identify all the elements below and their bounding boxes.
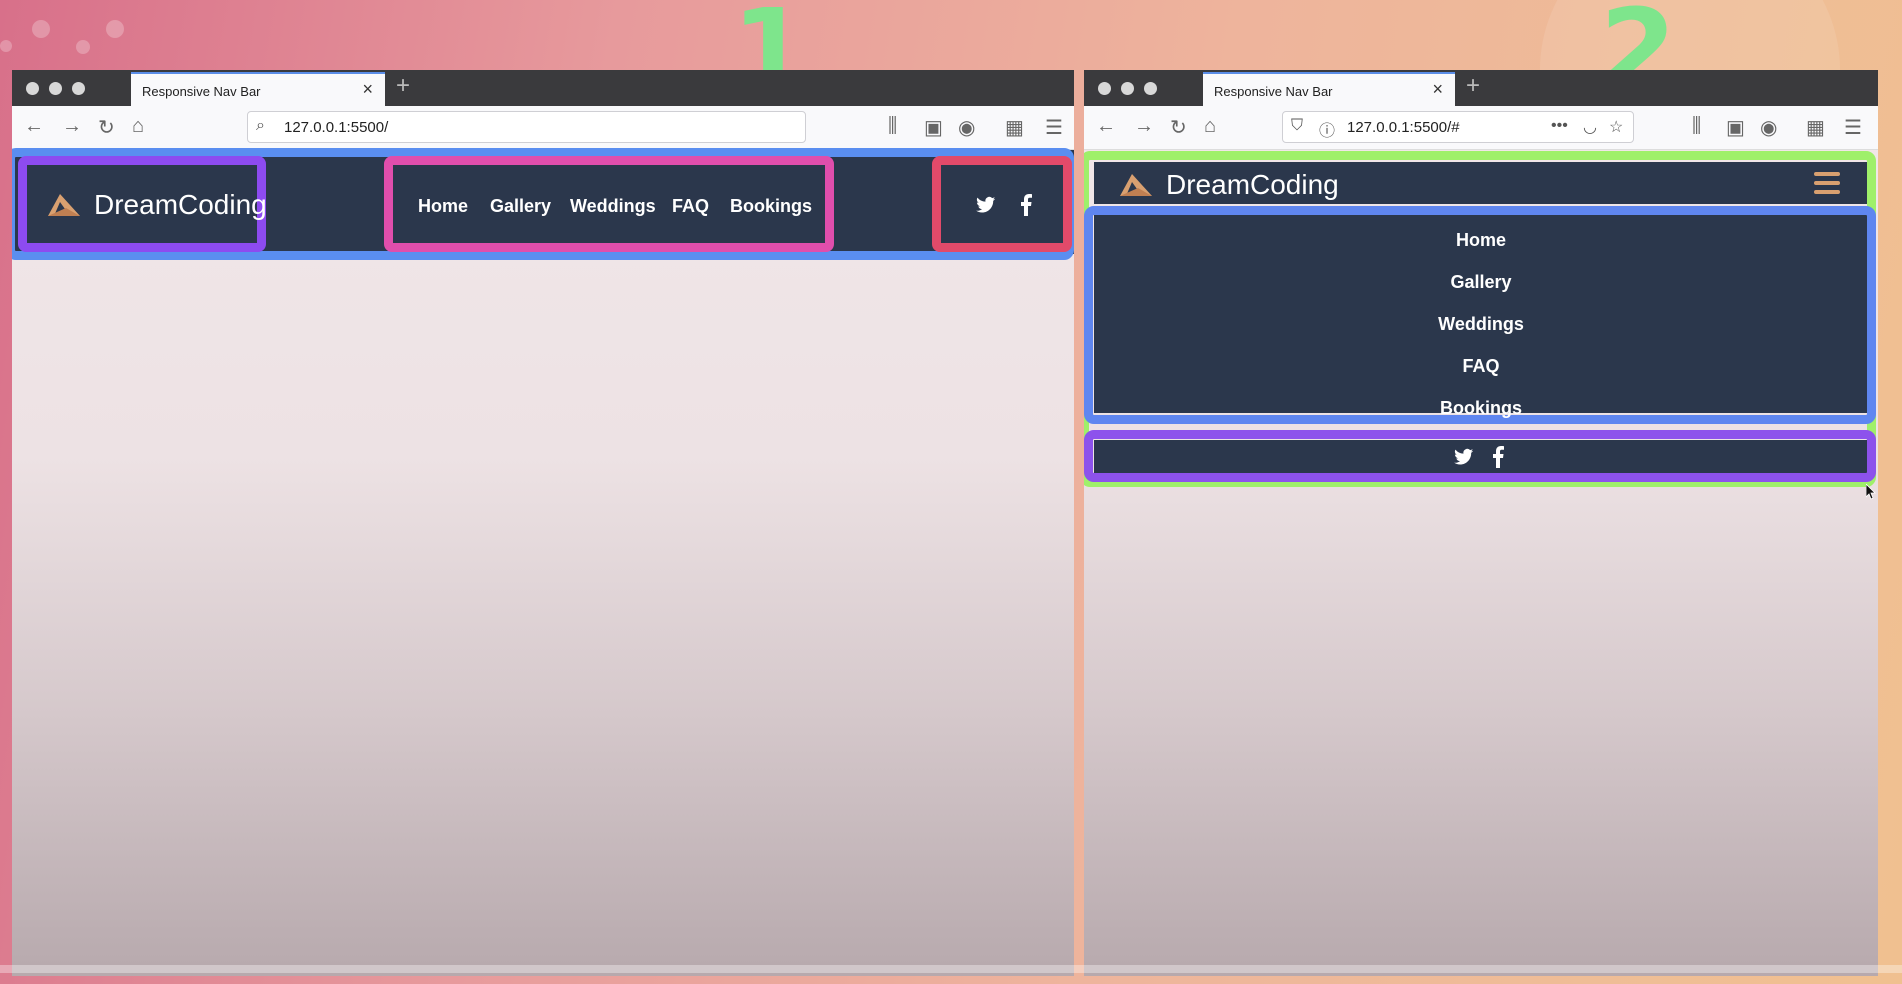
- brand-name: DreamCoding: [94, 189, 267, 220]
- decorative-dot: [76, 40, 90, 54]
- nav-link-weddings[interactable]: Weddings: [570, 196, 656, 217]
- hamburger-menu-icon[interactable]: [1814, 172, 1840, 194]
- browser-tab[interactable]: Responsive Nav Bar ×: [131, 72, 385, 106]
- menu-icon[interactable]: ☰: [1844, 115, 1862, 140]
- decorative-dot: [0, 40, 12, 52]
- home-icon[interactable]: ⌂: [132, 115, 144, 138]
- menu-link-bookings[interactable]: Bookings: [1084, 398, 1878, 419]
- extensions-icon[interactable]: ▦: [1005, 115, 1024, 140]
- logo-icon: [1120, 174, 1152, 196]
- back-icon[interactable]: ←: [24, 115, 44, 138]
- horizontal-scrollbar[interactable]: [0, 965, 1902, 973]
- close-tab-icon[interactable]: ×: [362, 79, 373, 100]
- pocket-icon[interactable]: ◡: [1583, 117, 1597, 137]
- menu-link-weddings[interactable]: Weddings: [1084, 314, 1878, 335]
- account-icon[interactable]: ◉: [958, 115, 975, 140]
- forward-icon[interactable]: →: [1134, 115, 1154, 138]
- browser-window-mobile: Responsive Nav Bar × + ← → ↻ ⌂ ⛉ ⓘ 127.0…: [1084, 70, 1878, 976]
- more-actions-icon[interactable]: •••: [1551, 117, 1568, 135]
- decorative-dot: [32, 20, 50, 38]
- twitter-icon[interactable]: [976, 196, 996, 214]
- url-text: 127.0.0.1:5500/: [284, 119, 389, 136]
- nav-link-faq[interactable]: FAQ: [672, 196, 709, 217]
- mouse-cursor-icon: [1866, 484, 1876, 500]
- sidebar-icon[interactable]: ▣: [924, 115, 943, 140]
- window-controls: [1098, 82, 1157, 95]
- tab-title: Responsive Nav Bar: [142, 84, 261, 99]
- forward-icon[interactable]: →: [62, 115, 82, 138]
- tab-title: Responsive Nav Bar: [1214, 84, 1333, 99]
- url-text: 127.0.0.1:5500/#: [1347, 119, 1460, 136]
- home-icon[interactable]: ⌂: [1204, 115, 1216, 138]
- reload-icon[interactable]: ↻: [1170, 115, 1187, 140]
- facebook-icon[interactable]: [1492, 446, 1504, 468]
- menu-link-faq[interactable]: FAQ: [1084, 356, 1878, 377]
- close-tab-icon[interactable]: ×: [1432, 79, 1443, 100]
- tab-bar: Responsive Nav Bar × +: [1084, 70, 1878, 106]
- maximize-window-dot[interactable]: [72, 82, 85, 95]
- new-tab-icon[interactable]: +: [1466, 72, 1480, 100]
- menu-link-home[interactable]: Home: [1084, 230, 1878, 251]
- highlight-social-outline: [932, 156, 1072, 252]
- search-icon: ⌕: [256, 117, 265, 134]
- browser-toolbar: ← → ↻ ⌂ ⛉ ⓘ 127.0.0.1:5500/# ••• ◡ ☆ ⫼ ▣…: [1084, 106, 1878, 150]
- browser-window-desktop: Responsive Nav Bar × + ← → ↻ ⌂ ⌕ 127.0.0…: [12, 70, 1074, 976]
- menu-link-gallery[interactable]: Gallery: [1084, 272, 1878, 293]
- library-icon[interactable]: ⫼: [1692, 115, 1701, 138]
- address-bar[interactable]: ⌕ 127.0.0.1:5500/: [247, 111, 806, 143]
- extensions-icon[interactable]: ▦: [1806, 115, 1825, 140]
- minimize-window-dot[interactable]: [1121, 82, 1134, 95]
- info-icon: ⓘ: [1319, 123, 1336, 140]
- back-icon[interactable]: ←: [1096, 115, 1116, 138]
- close-window-dot[interactable]: [1098, 82, 1111, 95]
- bookmark-star-icon[interactable]: ☆: [1609, 117, 1623, 137]
- new-tab-icon[interactable]: +: [396, 72, 410, 100]
- minimize-window-dot[interactable]: [49, 82, 62, 95]
- window-controls: [26, 82, 85, 95]
- library-icon[interactable]: ⫼: [888, 115, 897, 138]
- decorative-dot: [106, 20, 124, 38]
- sidebar-icon[interactable]: ▣: [1726, 115, 1745, 140]
- highlight-social-outline: [1084, 430, 1876, 482]
- reload-icon[interactable]: ↻: [98, 115, 115, 140]
- browser-toolbar: ← → ↻ ⌂ ⌕ 127.0.0.1:5500/ ⫼ ▣ ◉ ▦ ☰: [12, 106, 1074, 150]
- menu-icon[interactable]: ☰: [1045, 115, 1063, 140]
- nav-link-home[interactable]: Home: [418, 196, 468, 217]
- browser-tab[interactable]: Responsive Nav Bar ×: [1203, 72, 1455, 106]
- logo-icon: [48, 194, 80, 216]
- twitter-icon[interactable]: [1454, 448, 1474, 466]
- tab-bar: Responsive Nav Bar × +: [12, 70, 1074, 106]
- account-icon[interactable]: ◉: [1760, 115, 1777, 140]
- nav-link-gallery[interactable]: Gallery: [490, 196, 551, 217]
- nav-link-bookings[interactable]: Bookings: [730, 196, 812, 217]
- brand-name: DreamCoding: [1166, 169, 1339, 200]
- address-bar[interactable]: ⛉ ⓘ 127.0.0.1:5500/# ••• ◡ ☆: [1282, 111, 1634, 143]
- shield-icon: ⛉: [1291, 117, 1304, 134]
- facebook-icon[interactable]: [1020, 194, 1032, 216]
- maximize-window-dot[interactable]: [1144, 82, 1157, 95]
- close-window-dot[interactable]: [26, 82, 39, 95]
- page-content: [12, 177, 1074, 976]
